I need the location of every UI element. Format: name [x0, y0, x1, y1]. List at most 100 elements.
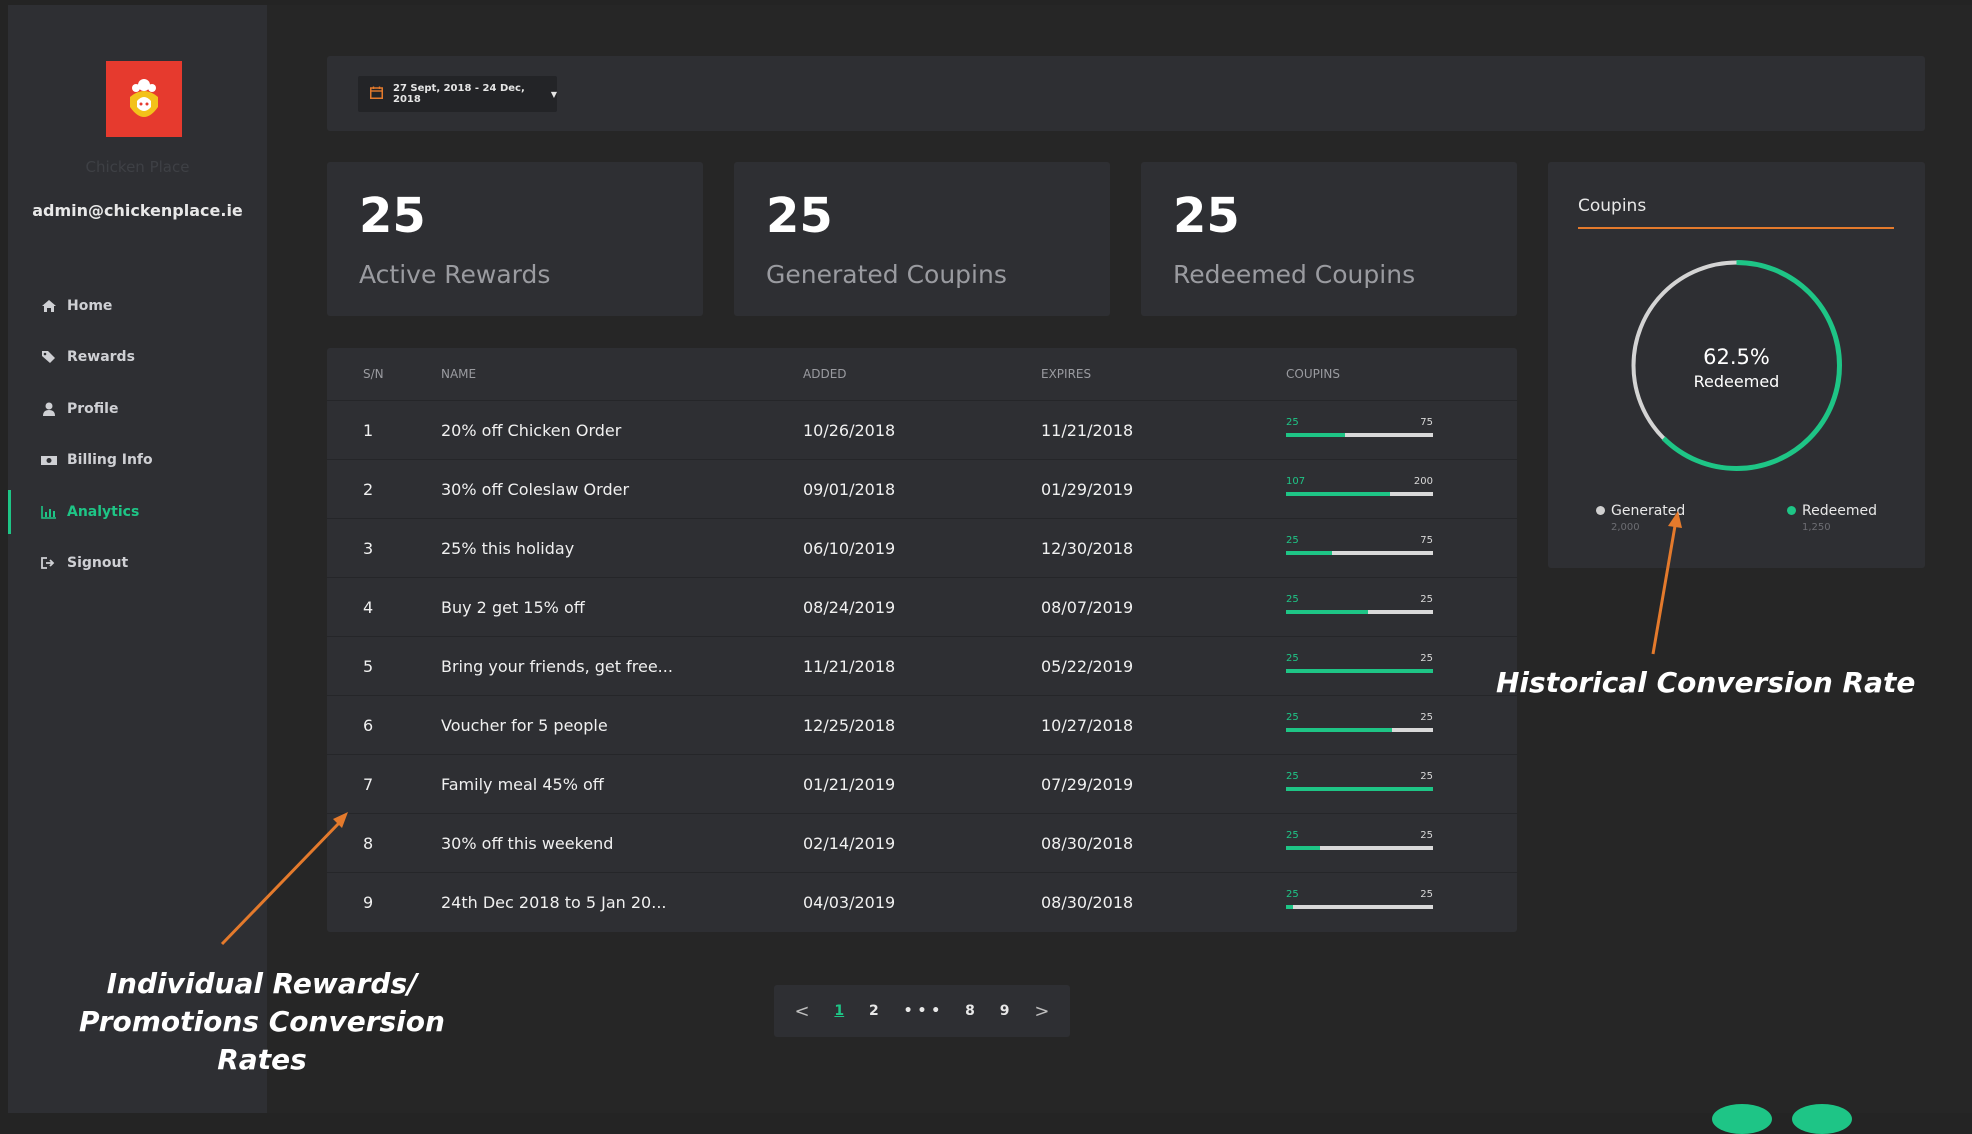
- legend-value: 2,000: [1611, 522, 1640, 533]
- stat-value: 25: [1173, 188, 1240, 244]
- title-underline: [1578, 227, 1894, 229]
- progress-track: [1286, 610, 1433, 614]
- pagination: < 1 2 • • • 8 9 >: [774, 985, 1070, 1037]
- coupins-progress: 25 75: [1286, 535, 1433, 559]
- page-9-button[interactable]: 9: [1000, 1003, 1010, 1019]
- progress-track: [1286, 669, 1433, 673]
- row-added: 02/14/2019: [803, 834, 896, 853]
- row-expires: 08/30/2018: [1041, 834, 1134, 853]
- sidebar-item-home[interactable]: Home: [8, 280, 267, 332]
- row-sn: 2: [363, 480, 374, 499]
- row-sn: 7: [363, 775, 374, 794]
- row-sn: 1: [363, 421, 374, 440]
- sidebar-item-label: Signout: [67, 555, 129, 572]
- coupins-progress: 107 200: [1286, 476, 1433, 500]
- redeemed-percent: 62.5%: [1703, 345, 1770, 369]
- stat-value: 25: [766, 188, 833, 244]
- next-page-button[interactable]: >: [1034, 1001, 1049, 1022]
- table-row[interactable]: 7 Family meal 45% off 01/21/2019 07/29/2019…: [327, 754, 1517, 814]
- sidebar-item-analytics[interactable]: Analytics: [8, 486, 267, 538]
- progress-track: [1286, 846, 1433, 850]
- row-added: 11/21/2018: [803, 657, 896, 676]
- table-row[interactable]: 9 24th Dec 2018 to 5 Jan 20... 04/03/2019 0…: [327, 872, 1517, 932]
- page-1-button[interactable]: 1: [834, 1003, 844, 1019]
- brand-name: Chicken Place: [85, 158, 190, 176]
- row-sn: 5: [363, 657, 374, 676]
- home-icon: [41, 299, 57, 313]
- stat-value: 25: [359, 188, 426, 244]
- annotation-individual: Individual Rewards/ Promotions Conversio…: [32, 965, 492, 1079]
- progress-track: [1286, 433, 1433, 437]
- row-sn: 9: [363, 893, 374, 912]
- sidebar-item-rewards[interactable]: Rewards: [8, 332, 267, 384]
- coupins-redeemed-count: 107: [1286, 476, 1306, 487]
- legend-generated: Generated 2,000: [1596, 503, 1685, 533]
- progress-fill: [1286, 669, 1433, 673]
- sidebar-nav: Home Rewards Profile Billing Info Analyt…: [8, 280, 267, 589]
- row-added: 01/21/2019: [803, 775, 896, 794]
- coupins-progress: 25 25: [1286, 653, 1433, 677]
- progress-track: [1286, 551, 1433, 555]
- row-name: Family meal 45% off: [441, 775, 604, 794]
- progress-track: [1286, 728, 1433, 732]
- progress-track: [1286, 787, 1433, 791]
- progress-fill: [1286, 787, 1433, 791]
- date-range-picker[interactable]: 27 Sept, 2018 - 24 Dec, 2018 ▼: [358, 76, 557, 112]
- coupins-total-count: 200: [1413, 476, 1433, 487]
- stat-label: Active Rewards: [359, 260, 551, 289]
- table-row[interactable]: 1 20% off Chicken Order 10/26/2018 11/21/20…: [327, 400, 1517, 460]
- coupins-progress: 25 25: [1286, 889, 1433, 913]
- coupins-total-count: 25: [1420, 594, 1433, 605]
- page-8-button[interactable]: 8: [965, 1003, 975, 1019]
- tags-icon: [41, 350, 57, 364]
- row-expires: 12/30/2018: [1041, 539, 1134, 558]
- row-added: 09/01/2018: [803, 480, 896, 499]
- progress-fill: [1286, 728, 1392, 732]
- sidebar-item-profile[interactable]: Profile: [8, 383, 267, 435]
- table-row[interactable]: 4 Buy 2 get 15% off 08/24/2019 08/07/2019 25…: [327, 577, 1517, 637]
- header-sn: S/N: [363, 367, 384, 381]
- header-expires: EXPIRES: [1041, 367, 1092, 381]
- page-2-button[interactable]: 2: [869, 1003, 879, 1019]
- coupins-total-count: 25: [1420, 771, 1433, 782]
- coupins-card: Coupins 62.5% Redeemed Generated 2,000 R…: [1548, 162, 1925, 568]
- row-expires: 08/07/2019: [1041, 598, 1134, 617]
- stat-label: Generated Coupins: [766, 260, 1007, 289]
- top-bar: 27 Sept, 2018 - 24 Dec, 2018 ▼: [327, 56, 1925, 131]
- header-name: NAME: [441, 367, 477, 381]
- header-added: ADDED: [803, 367, 847, 381]
- prev-page-button[interactable]: <: [794, 1001, 809, 1022]
- coupins-progress: 25 25: [1286, 830, 1433, 854]
- table-row[interactable]: 6 Voucher for 5 people 12/25/2018 10/27/201…: [327, 695, 1517, 755]
- progress-fill: [1286, 846, 1320, 850]
- stat-card-generated-coupins: 25 Generated Coupins: [734, 162, 1110, 316]
- user-email: admin@chickenplace.ie: [32, 201, 243, 220]
- sidebar-item-signout[interactable]: Signout: [8, 538, 267, 590]
- donut-center: 62.5% Redeemed: [1629, 345, 1844, 391]
- decorative-shape: [1792, 1104, 1852, 1134]
- coupins-total-count: 25: [1420, 889, 1433, 900]
- sidebar-item-billing[interactable]: Billing Info: [8, 435, 267, 487]
- coupins-redeemed-count: 25: [1286, 771, 1299, 782]
- legend-redeemed: Redeemed 1,250: [1787, 503, 1877, 533]
- legend-label: Generated: [1611, 503, 1686, 519]
- sidebar-item-label: Rewards: [67, 349, 135, 366]
- annotation-individual-line1: Individual Rewards/: [106, 967, 418, 1000]
- table-row[interactable]: 2 30% off Coleslaw Order 09/01/2018 01/29/2…: [327, 459, 1517, 519]
- row-name: Buy 2 get 15% off: [441, 598, 585, 617]
- row-expires: 10/27/2018: [1041, 716, 1134, 735]
- chevron-down-icon: ▼: [550, 89, 557, 99]
- progress-fill: [1286, 610, 1369, 614]
- row-name: Bring your friends, get free...: [441, 657, 673, 676]
- row-expires: 01/29/2019: [1041, 480, 1134, 499]
- row-name: 24th Dec 2018 to 5 Jan 20...: [441, 893, 667, 912]
- table-row[interactable]: 5 Bring your friends, get free... 11/21/20…: [327, 636, 1517, 696]
- row-added: 06/10/2019: [803, 539, 896, 558]
- table-row[interactable]: 3 25% this holiday 06/10/2019 12/30/2018 25 7…: [327, 518, 1517, 578]
- row-name: 20% off Chicken Order: [441, 421, 622, 440]
- coupins-redeemed-count: 25: [1286, 712, 1299, 723]
- row-expires: 07/29/2019: [1041, 775, 1134, 794]
- sidebar-item-label: Analytics: [67, 503, 140, 520]
- progress-fill: [1286, 905, 1294, 909]
- table-row[interactable]: 8 30% off this weekend 02/14/2019 08/30/201…: [327, 813, 1517, 873]
